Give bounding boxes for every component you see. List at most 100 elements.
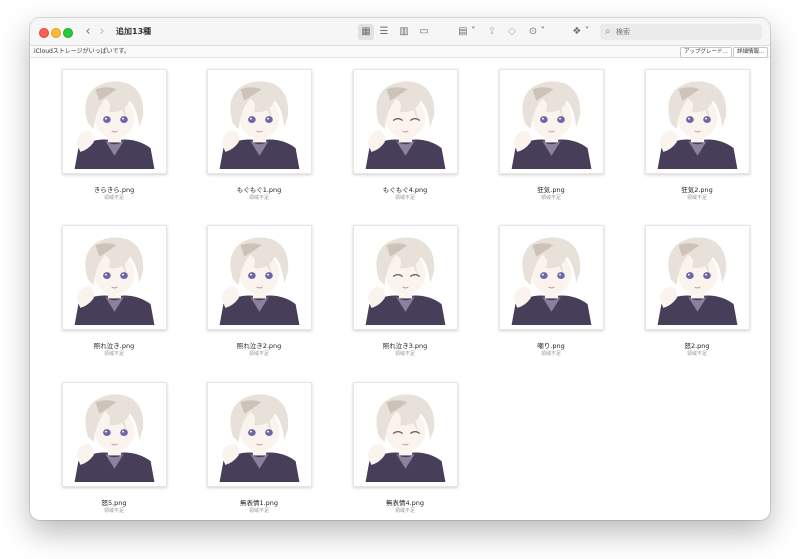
file-status: 領域不足 <box>394 195 415 201</box>
character-portrait-image <box>67 387 162 482</box>
dropbox-icon: ❖ ˅ <box>572 26 590 37</box>
file-thumbnail[interactable] <box>499 225 604 330</box>
character-portrait-image <box>212 230 307 325</box>
character-portrait-image <box>504 74 599 169</box>
file-item[interactable]: 怒2.png 領域不足 <box>630 215 750 357</box>
close-window-button[interactable] <box>39 28 49 38</box>
file-thumbnail[interactable] <box>353 225 458 330</box>
tag-icon: ◇ <box>508 26 516 37</box>
file-thumbnail[interactable] <box>207 382 312 487</box>
file-name: きらきら.png <box>93 186 135 194</box>
character-portrait-image <box>650 74 745 169</box>
search-icon: ⌕ <box>605 26 611 37</box>
file-item[interactable]: 狂気.png 領域不足 <box>484 59 604 201</box>
share-button[interactable]: ⇪ <box>484 24 500 40</box>
file-item[interactable]: 照れ泣き2.png 領域不足 <box>192 215 312 357</box>
file-status: 領域不足 <box>103 195 124 201</box>
character-portrait-image <box>212 387 307 482</box>
file-item[interactable]: 無表情4.png 領域不足 <box>338 372 458 514</box>
file-status: 領域不足 <box>394 351 415 357</box>
storage-full-message: iCloudストレージがいっぱいです。 <box>34 48 130 55</box>
window-title: 追加13種 <box>116 27 152 36</box>
zoom-window-button[interactable] <box>63 28 73 38</box>
file-name: 狂気2.png <box>681 186 713 194</box>
columns-icon: ▥ <box>399 26 409 37</box>
file-item[interactable]: 狂気2.png 領域不足 <box>630 59 750 201</box>
file-item[interactable]: もぐもぐ1.png 領域不足 <box>192 59 312 201</box>
file-status: 領域不足 <box>103 351 124 357</box>
file-thumbnail[interactable] <box>207 69 312 174</box>
file-thumbnail[interactable] <box>499 69 604 174</box>
file-name: 照れ泣き2.png <box>236 342 282 350</box>
chevron-left-icon: ‹ <box>85 24 91 39</box>
forward-button[interactable]: › <box>94 23 110 41</box>
file-thumbnail[interactable] <box>207 225 312 330</box>
file-item[interactable]: 怒5.png 領域不足 <box>47 372 167 514</box>
toolbar: ‹ › 追加13種 ▦ ☰ ▥ ▭ ▤ ˅ ⇪ ◇ ⊙ ˅ ❖ ˅ ⌕ 検索 <box>30 18 770 46</box>
file-thumbnail[interactable] <box>62 69 167 174</box>
file-status: 領域不足 <box>248 195 269 201</box>
file-name: 照れ泣き3.png <box>382 342 428 350</box>
file-item[interactable]: もぐもぐ4.png 領域不足 <box>338 59 458 201</box>
file-status: 領域不足 <box>103 508 124 514</box>
file-item[interactable]: 照れ泣き.png 領域不足 <box>47 215 167 357</box>
file-name: もぐもぐ1.png <box>236 186 282 194</box>
view-gallery-button[interactable]: ▭ <box>416 24 432 40</box>
file-thumbnail[interactable] <box>62 225 167 330</box>
ellipsis-circle-icon: ⊙ ˅ <box>528 26 546 37</box>
minimize-window-button[interactable] <box>51 28 61 38</box>
file-thumbnail[interactable] <box>645 225 750 330</box>
file-item[interactable]: きらきら.png 領域不足 <box>47 59 167 201</box>
file-name: 無表情1.png <box>239 499 279 507</box>
search-box[interactable]: ⌕ <box>600 24 762 40</box>
file-status: 領域不足 <box>394 508 415 514</box>
share-icon: ⇪ <box>487 26 497 37</box>
search-input[interactable] <box>616 26 756 38</box>
file-status: 領域不足 <box>248 508 269 514</box>
more-actions-button[interactable]: ⊙ ˅ <box>526 24 548 40</box>
character-portrait-image <box>650 230 745 325</box>
file-name: 怒5.png <box>101 499 127 507</box>
file-status: 領域不足 <box>686 195 707 201</box>
upgrade-button[interactable]: アップグレード... <box>680 47 732 58</box>
character-portrait-image <box>358 387 453 482</box>
file-thumbnail[interactable] <box>353 69 458 174</box>
character-portrait-image <box>358 74 453 169</box>
character-portrait-image <box>67 74 162 169</box>
grid-icon: ▦ <box>361 26 371 37</box>
file-item[interactable]: 嘲り.png 領域不足 <box>484 215 604 357</box>
view-icons-button[interactable]: ▦ <box>358 24 374 40</box>
view-columns-button[interactable]: ▥ <box>396 24 412 40</box>
file-name: 怒2.png <box>684 342 710 350</box>
file-grid: きらきら.png 領域不足 もぐもぐ1.png 領域不足 もぐもぐ4.png 領… <box>30 59 770 520</box>
tag-button[interactable]: ◇ <box>504 24 520 40</box>
file-item[interactable]: 無表情1.png 領域不足 <box>192 372 312 514</box>
file-status: 領域不足 <box>686 351 707 357</box>
file-thumbnail[interactable] <box>353 382 458 487</box>
view-list-button[interactable]: ☰ <box>376 24 392 40</box>
file-item[interactable]: 照れ泣き3.png 領域不足 <box>338 215 458 357</box>
character-portrait-image <box>358 230 453 325</box>
group-icon: ▤ ˅ <box>458 26 476 37</box>
group-by-button[interactable]: ▤ ˅ <box>456 24 478 40</box>
file-name: もぐもぐ4.png <box>382 186 428 194</box>
gallery-icon: ▭ <box>419 26 429 37</box>
file-name: 無表情4.png <box>385 499 425 507</box>
list-icon: ☰ <box>379 26 389 37</box>
details-button[interactable]: 詳細情報... <box>733 47 769 58</box>
finder-window: ‹ › 追加13種 ▦ ☰ ▥ ▭ ▤ ˅ ⇪ ◇ ⊙ ˅ ❖ ˅ ⌕ 検索 i… <box>30 18 770 520</box>
file-name: 狂気.png <box>537 186 565 194</box>
file-thumbnail[interactable] <box>645 69 750 174</box>
file-name: 照れ泣き.png <box>93 342 135 350</box>
file-status: 領域不足 <box>248 351 269 357</box>
icloud-storage-banner: iCloudストレージがいっぱいです。 アップグレード... 詳細情報... <box>30 46 770 58</box>
dropbox-button[interactable]: ❖ ˅ <box>570 24 592 40</box>
file-name: 嘲り.png <box>537 342 565 350</box>
character-portrait-image <box>212 74 307 169</box>
file-thumbnail[interactable] <box>62 382 167 487</box>
file-status: 領域不足 <box>540 351 561 357</box>
file-status: 領域不足 <box>540 195 561 201</box>
character-portrait-image <box>504 230 599 325</box>
chevron-right-icon: › <box>99 24 105 39</box>
character-portrait-image <box>67 230 162 325</box>
